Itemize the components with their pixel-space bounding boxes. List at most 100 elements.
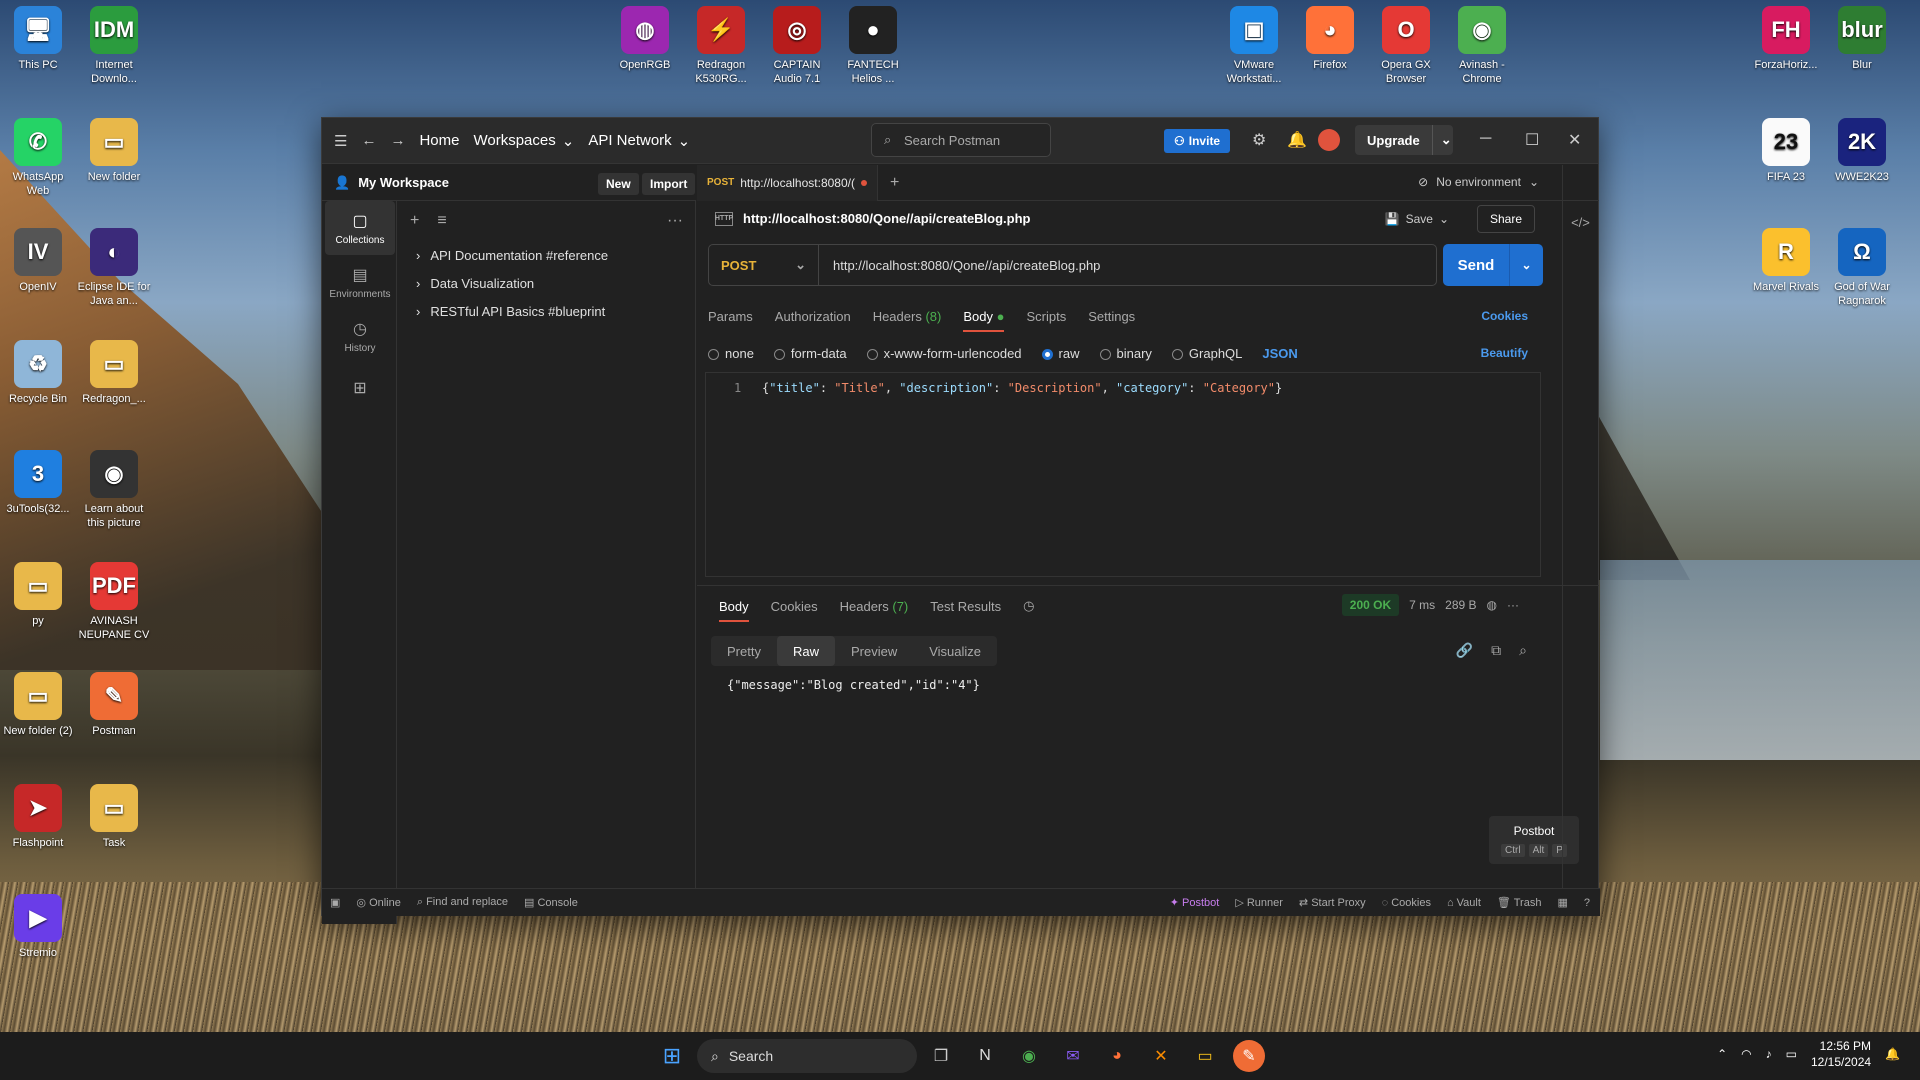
gear-icon[interactable]: ⚙ xyxy=(1252,130,1266,150)
windows-start-icon[interactable]: ⊞ xyxy=(656,1040,688,1072)
desktop-icon[interactable]: 3 3uTools(32... xyxy=(0,450,76,516)
layout-icon[interactable]: ▣ xyxy=(330,896,340,909)
format-visualize[interactable]: Visualize xyxy=(913,636,997,666)
desktop-icon[interactable]: 23 FIFA 23 xyxy=(1748,118,1824,184)
desktop-icon[interactable]: 🖥 This PC xyxy=(0,6,76,72)
vault-link[interactable]: ⌂ Vault xyxy=(1447,897,1481,909)
desktop-icon[interactable]: ✆ WhatsApp Web xyxy=(0,118,76,198)
proxy-link[interactable]: ⇄ Start Proxy xyxy=(1299,896,1366,909)
format-raw[interactable]: Raw xyxy=(776,636,835,666)
desktop-icon[interactable]: ▣ VMware Workstati... xyxy=(1216,6,1292,86)
request-body-editor[interactable]: 1 {"title": "Title", "description": "Des… xyxy=(705,372,1541,577)
forward-arrow-icon[interactable]: → xyxy=(390,132,405,149)
collection-item[interactable]: › Data Visualization xyxy=(398,269,695,297)
chevron-down-icon[interactable]: ⌄ xyxy=(1439,212,1449,226)
desktop-icon[interactable]: FH ForzaHoriz... xyxy=(1748,6,1824,72)
method-select[interactable]: POST ⌄ xyxy=(709,245,819,285)
desktop-icon[interactable]: ▭ py xyxy=(0,562,76,628)
save-button[interactable]: 💾 Save ⌄ xyxy=(1385,205,1449,233)
link-icon[interactable]: 🔗 xyxy=(1456,642,1473,659)
copy-icon[interactable]: ⧉ xyxy=(1491,642,1501,659)
desktop-icon[interactable]: ✎ Postman xyxy=(76,672,152,738)
response-tab-test-results[interactable]: Test Results xyxy=(930,599,1001,614)
tab-scripts[interactable]: Scripts xyxy=(1026,309,1066,324)
upgrade-button[interactable]: Upgrade ⌄ xyxy=(1355,125,1453,155)
response-body[interactable]: {"message":"Blog created","id":"4"} xyxy=(727,678,980,692)
code-icon[interactable]: </> xyxy=(1563,215,1598,230)
postbot-link[interactable]: ✦ Postbot xyxy=(1170,896,1220,909)
wifi-icon[interactable]: ◠ xyxy=(1741,1047,1751,1061)
desktop-icon[interactable]: ▭ New folder (2) xyxy=(0,672,76,738)
desktop-icon[interactable]: O Opera GX Browser xyxy=(1368,6,1444,86)
maximize-icon[interactable]: ☐ xyxy=(1525,130,1539,150)
desktop-icon[interactable]: ◐ Eclipse IDE for Java an... xyxy=(76,228,152,308)
desktop-icon[interactable]: ◎ CAPTAIN Audio 7.1 xyxy=(759,6,835,86)
cookies-link[interactable]: Cookies xyxy=(1481,309,1528,323)
nav-home[interactable]: Home xyxy=(419,132,459,149)
runner-link[interactable]: ▷ Runner xyxy=(1235,896,1283,909)
globe-icon[interactable]: ◍ xyxy=(1487,598,1497,612)
back-arrow-icon[interactable]: ← xyxy=(361,132,376,149)
desktop-icon[interactable]: PDF AVINASH NEUPANE CV xyxy=(76,562,152,642)
format-pretty[interactable]: Pretty xyxy=(711,636,777,666)
help-icon[interactable]: ? xyxy=(1584,897,1590,909)
desktop-icon[interactable]: ➤ Flashpoint xyxy=(0,784,76,850)
trash-link[interactable]: 🗑 Trash xyxy=(1497,896,1542,909)
response-tab-headers[interactable]: Headers (7) xyxy=(840,599,909,614)
request-title[interactable]: HTTP http://localhost:8080/Qone//api/cre… xyxy=(715,211,1031,226)
layout-toggle-icon[interactable]: ▦ xyxy=(1557,896,1567,909)
bell-icon[interactable]: 🔔 xyxy=(1287,130,1307,150)
sidebar-item-collections[interactable]: ▢ Collections xyxy=(325,201,395,255)
tab-authorization[interactable]: Authorization xyxy=(775,309,851,324)
firefox-icon[interactable]: ◕ xyxy=(1101,1040,1133,1072)
nav-workspaces[interactable]: Workspaces ⌄ xyxy=(473,132,574,150)
url-input[interactable]: http://localhost:8080/Qone//api/createBl… xyxy=(819,258,1436,273)
body-option-binary[interactable]: binary xyxy=(1099,346,1152,361)
body-option-none[interactable]: none xyxy=(708,346,754,361)
close-icon[interactable]: ✕ xyxy=(1568,130,1581,150)
tab-settings[interactable]: Settings xyxy=(1088,309,1135,324)
chrome-icon[interactable]: ◉ xyxy=(1013,1040,1045,1072)
desktop-icon[interactable]: IDM Internet Downlo... xyxy=(76,6,152,86)
battery-icon[interactable]: ▭ xyxy=(1786,1047,1797,1061)
new-button[interactable]: New xyxy=(598,173,639,195)
clock[interactable]: 12:56 PM 12/15/2024 xyxy=(1811,1038,1871,1070)
filter-icon[interactable]: ≡ xyxy=(437,212,446,230)
format-preview[interactable]: Preview xyxy=(835,636,913,666)
taskbar-search[interactable]: ⌕ Search xyxy=(697,1039,917,1073)
invite-button[interactable]: ⚇ Invite xyxy=(1164,129,1231,153)
response-time[interactable]: 7 ms xyxy=(1409,598,1435,612)
notification-icon[interactable]: 🔔 xyxy=(1885,1047,1900,1061)
tab-body[interactable]: Body ● xyxy=(963,301,1005,332)
send-button[interactable]: Send ⌄ xyxy=(1443,244,1543,286)
tab-request[interactable]: POST http://localhost:8080/( xyxy=(697,164,878,201)
chevron-down-icon[interactable]: ⌄ xyxy=(1509,244,1543,286)
desktop-icon[interactable]: blur Blur xyxy=(1824,6,1900,72)
desktop-icon[interactable]: ◕ Firefox xyxy=(1292,6,1368,72)
new-tab-plus-icon[interactable]: + xyxy=(878,174,911,192)
beautify-button[interactable]: Beautify xyxy=(1481,346,1528,360)
nav-api-network[interactable]: API Network ⌄ xyxy=(588,132,690,150)
cookies-status-link[interactable]: ◌ Cookies xyxy=(1382,897,1431,909)
desktop-icon[interactable]: ◉ Learn about this picture xyxy=(76,450,152,530)
desktop-icon[interactable]: R Marvel Rivals xyxy=(1748,228,1824,294)
postman-taskbar-icon[interactable]: ✎ xyxy=(1233,1040,1265,1072)
menu-icon[interactable]: ☰ xyxy=(334,132,347,150)
desktop-icon[interactable]: ⚡ Redragon K530RG... xyxy=(683,6,759,86)
file-explorer-icon[interactable]: ▭ xyxy=(1189,1040,1221,1072)
notion-icon[interactable]: N xyxy=(969,1040,1001,1072)
desktop-icon[interactable]: ▭ New folder xyxy=(76,118,152,184)
avatar[interactable] xyxy=(1318,129,1340,151)
more-icon[interactable]: ··· xyxy=(1507,598,1519,612)
desktop-icon[interactable]: ● FANTECH Helios ... xyxy=(835,6,911,86)
history-icon[interactable]: ◷ xyxy=(1023,598,1034,614)
desktop-icon[interactable]: ▭ Task xyxy=(76,784,152,850)
import-button[interactable]: Import xyxy=(642,173,696,195)
status-badge[interactable]: 200 OK xyxy=(1341,594,1400,616)
body-option-GraphQL[interactable]: GraphQL xyxy=(1171,346,1242,361)
chevron-down-icon[interactable]: ⌄ xyxy=(1431,125,1460,155)
find-replace[interactable]: ⌕ Find and replace xyxy=(417,896,508,909)
chevron-up-icon[interactable]: ⌃ xyxy=(1717,1047,1727,1061)
status-online[interactable]: ◎ Online xyxy=(356,896,400,909)
desktop-icon[interactable]: 2K WWE2K23 xyxy=(1824,118,1900,184)
